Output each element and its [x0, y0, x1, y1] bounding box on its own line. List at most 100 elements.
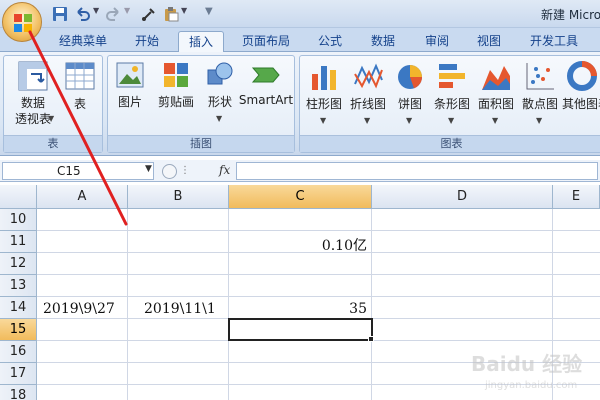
- tab-developer[interactable]: 开发工具: [520, 31, 588, 52]
- row-header-15[interactable]: 15: [0, 319, 37, 341]
- gridline: [228, 209, 229, 400]
- scatter-chart-label: 散点图: [521, 97, 558, 111]
- picture-label: 图片: [117, 95, 142, 109]
- row-header-13[interactable]: 13: [0, 275, 37, 297]
- line-chart-label: 折线图: [349, 97, 386, 111]
- table-label: 表: [73, 97, 86, 111]
- tab-view[interactable]: 视图: [466, 31, 512, 52]
- picture-icon: [116, 62, 144, 88]
- gridline: [37, 230, 600, 231]
- chevron-down-icon: ▼: [406, 116, 413, 125]
- formula-bar-toggle-icon[interactable]: [162, 164, 177, 179]
- shapes-label: 形状: [207, 95, 232, 109]
- line-chart-icon: [354, 63, 383, 89]
- office-button[interactable]: [2, 2, 42, 42]
- row-header-14[interactable]: 14: [0, 297, 37, 319]
- row-header-12[interactable]: 12: [0, 253, 37, 275]
- save-icon[interactable]: [52, 6, 68, 22]
- pie-chart-icon: [398, 65, 422, 89]
- column-header-e[interactable]: E: [553, 185, 600, 209]
- ribbon-group-illustrations: 图片 剪贴画 形状 ▼ SmartArt 插图: [107, 55, 295, 153]
- undo-icon[interactable]: [74, 6, 90, 22]
- chevron-down-icon: ▼: [364, 116, 371, 125]
- bar-chart-button[interactable]: 条形图 ▼: [430, 60, 474, 125]
- clipart-icon: [164, 63, 188, 87]
- table-button[interactable]: 表: [60, 60, 100, 112]
- smartart-button[interactable]: SmartArt: [238, 60, 294, 107]
- customize-qat-icon[interactable]: ▼: [205, 6, 213, 17]
- tab-data[interactable]: 数据: [360, 31, 406, 52]
- redo-icon[interactable]: [106, 6, 122, 22]
- scatter-chart-icon: [526, 63, 554, 90]
- tab-page-layout[interactable]: 页面布局: [232, 31, 300, 52]
- line-chart-button[interactable]: 折线图 ▼: [346, 60, 390, 125]
- chevron-down-icon: ▼: [448, 116, 455, 125]
- name-box[interactable]: C15: [2, 162, 154, 180]
- chevron-down-icon: ▼: [48, 114, 55, 123]
- redo-dropdown-icon[interactable]: ▼: [124, 6, 140, 22]
- area-chart-label: 面积图: [477, 97, 514, 111]
- column-header-b[interactable]: B: [128, 185, 229, 209]
- pie-chart-button[interactable]: 饼图 ▼: [390, 60, 430, 125]
- pivot-table-button[interactable]: 数据 透视表 ▼: [8, 60, 58, 127]
- clipart-label: 剪贴画: [157, 95, 194, 109]
- area-chart-button[interactable]: 面积图 ▼: [474, 60, 518, 125]
- tab-classic-menu[interactable]: 经典菜单: [51, 31, 115, 52]
- shapes-icon: [207, 62, 233, 85]
- tab-home[interactable]: 开始: [126, 31, 168, 52]
- shapes-button[interactable]: 形状 ▼: [202, 60, 238, 123]
- paste-dropdown-icon[interactable]: ▼: [181, 6, 197, 22]
- window-title: 新建 Micro: [541, 8, 600, 22]
- column-header-c[interactable]: C: [229, 185, 372, 209]
- column-chart-icon: [312, 66, 336, 90]
- select-all-corner[interactable]: [0, 185, 37, 209]
- ribbon-group-label: 表: [4, 135, 102, 152]
- resize-handle-icon[interactable]: ⋮: [180, 165, 190, 176]
- column-header-d[interactable]: D: [372, 185, 553, 209]
- cell-c14[interactable]: 35: [349, 301, 367, 317]
- cell-a14[interactable]: 2019\9\27: [43, 301, 115, 317]
- format-painter-icon[interactable]: [141, 6, 157, 22]
- smartart-icon: [251, 67, 280, 83]
- tab-formulas[interactable]: 公式: [308, 31, 352, 52]
- baidu-watermark: Baidu 经验 jingyan.baidu.com: [463, 346, 598, 398]
- column-chart-label: 柱形图: [305, 97, 342, 111]
- pivot-table-icon: [18, 61, 48, 91]
- row-header-10[interactable]: 10: [0, 209, 37, 231]
- ribbon: 数据 透视表 ▼ 表 表 图片 剪贴画 形状 ▼ SmartArt 插图 柱形图…: [0, 52, 600, 156]
- cell-c11[interactable]: 0.10亿: [322, 235, 367, 255]
- selected-cell-c15[interactable]: [228, 318, 373, 341]
- tab-insert[interactable]: 插入: [178, 31, 224, 52]
- fill-handle[interactable]: [368, 336, 374, 342]
- office-logo-icon: [14, 14, 32, 32]
- cell-b14[interactable]: 2019\11\1: [144, 301, 216, 317]
- ribbon-tab-bar: 经典菜单 开始 插入 页面布局 公式 数据 审阅 视图 开发工具: [0, 28, 600, 52]
- insert-function-icon[interactable]: fx: [219, 163, 230, 177]
- row-header-18[interactable]: 18: [0, 385, 37, 400]
- column-header-a[interactable]: A: [37, 185, 128, 209]
- pie-chart-label: 饼图: [397, 97, 422, 111]
- bar-chart-label: 条形图: [433, 97, 470, 111]
- paste-icon[interactable]: [163, 6, 179, 22]
- row-header-17[interactable]: 17: [0, 363, 37, 385]
- ribbon-group-label: 图表: [300, 135, 600, 152]
- row-header-11[interactable]: 11: [0, 231, 37, 253]
- chevron-down-icon: ▼: [536, 116, 543, 125]
- other-charts-button[interactable]: 其他图表 ▼: [562, 60, 600, 112]
- gridline: [127, 209, 128, 400]
- column-chart-button[interactable]: 柱形图 ▼: [302, 60, 346, 125]
- other-charts-icon: [567, 61, 597, 91]
- tab-review[interactable]: 审阅: [414, 31, 460, 52]
- gridline: [37, 252, 600, 253]
- formula-input[interactable]: [236, 162, 598, 180]
- clipart-button[interactable]: 剪贴画: [152, 60, 200, 110]
- chevron-down-icon[interactable]: ▼: [145, 164, 152, 174]
- row-header-16[interactable]: 16: [0, 341, 37, 363]
- chevron-down-icon: ▼: [492, 116, 499, 125]
- gridline: [37, 274, 600, 275]
- watermark-text: Baidu 经验: [471, 352, 583, 376]
- picture-button[interactable]: 图片: [112, 60, 148, 110]
- scatter-chart-button[interactable]: 散点图 ▼: [518, 60, 562, 125]
- bar-chart-icon: [439, 64, 465, 88]
- gridline: [37, 296, 600, 297]
